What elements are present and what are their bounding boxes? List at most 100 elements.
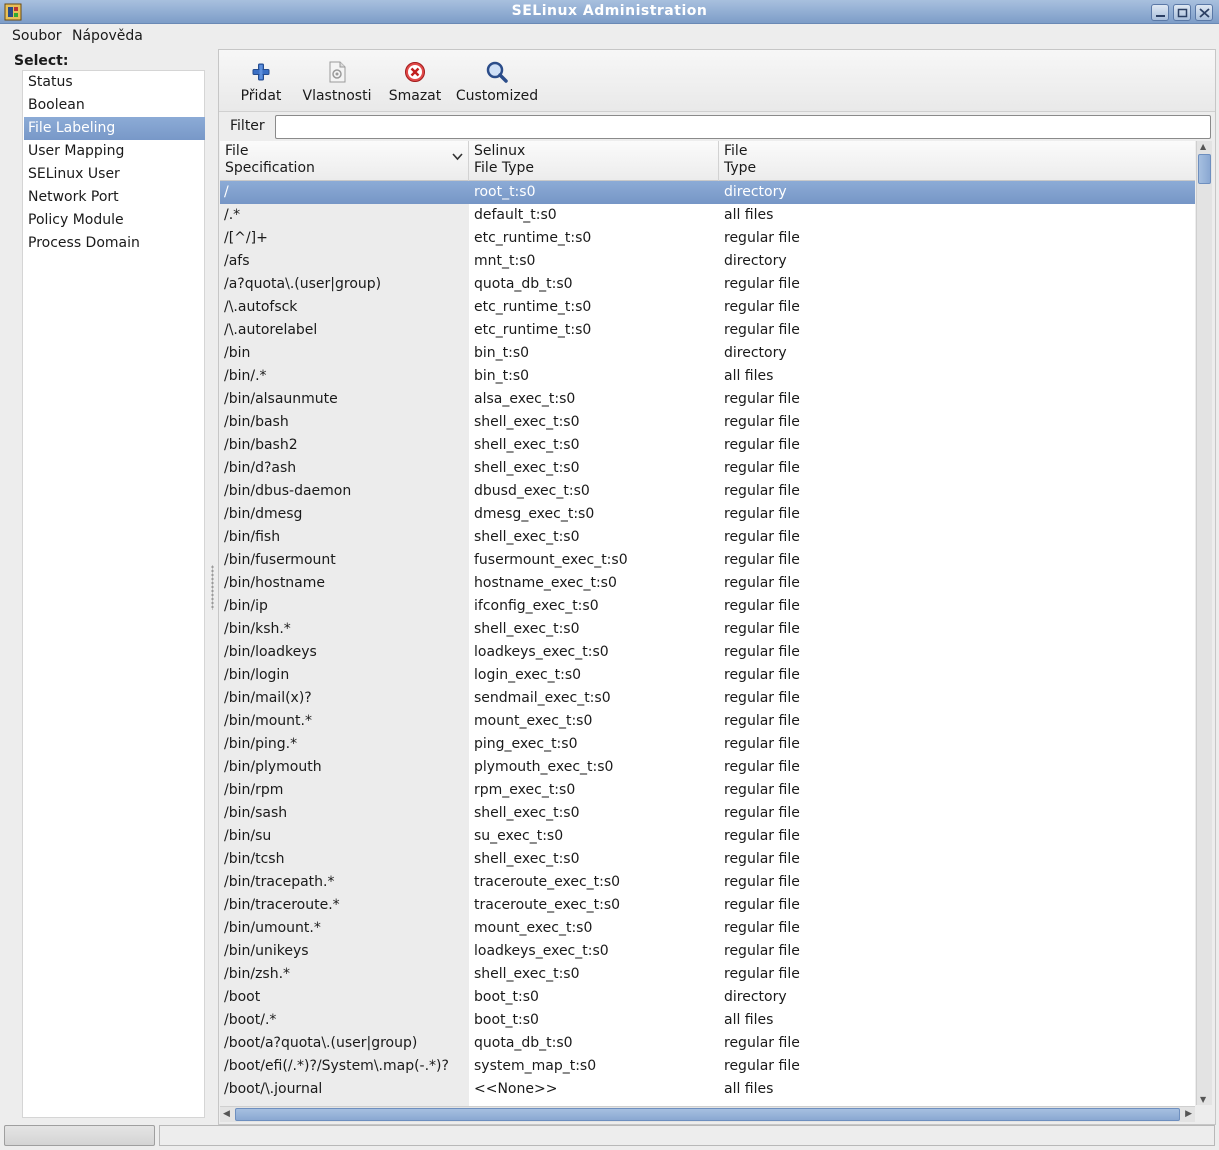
horizontal-scrollbar[interactable]: ◀ ▶ — [220, 1106, 1195, 1122]
column-header-file-specification[interactable]: File Specification — [220, 141, 469, 181]
pane-resize-handle[interactable] — [211, 565, 214, 610]
table-row[interactable]: /boot boot_t:s0 directory — [220, 986, 1195, 1009]
minimize-icon — [1156, 15, 1165, 17]
cell-selinux-file-type: shell_exec_t:s0 — [474, 621, 580, 637]
sidebar-item-status[interactable]: Status — [24, 71, 205, 94]
table-row[interactable]: /\.autofsck etc_runtime_t:s0 regular file — [220, 296, 1195, 319]
add-button[interactable]: Přidat — [233, 50, 289, 112]
sidebar-item-selinux-user[interactable]: SELinux User — [24, 163, 205, 186]
scroll-up-icon[interactable]: ▲ — [1200, 142, 1206, 151]
customized-button[interactable]: Customized — [455, 50, 539, 112]
table-row[interactable]: /afs mnt_t:s0 directory — [220, 250, 1195, 273]
cell-selinux-file-type: alsa_exec_t:s0 — [474, 391, 576, 407]
cell-selinux-file-type: boot_t:s0 — [474, 1012, 539, 1028]
sidebar-item-file-labeling[interactable]: File Labeling — [24, 117, 205, 140]
table-row[interactable]: /boot/\.journal <<None>> all files — [220, 1078, 1195, 1101]
cell-file-specification: /bin/ksh.* — [224, 621, 291, 637]
cell-selinux-file-type: shell_exec_t:s0 — [474, 414, 580, 430]
table-row[interactable]: /bin/su su_exec_t:s0 regular file — [220, 825, 1195, 848]
close-window-button[interactable] — [1195, 4, 1213, 21]
sidebar-item-network-port[interactable]: Network Port — [24, 186, 205, 209]
table-row[interactable]: /bin/alsaunmute alsa_exec_t:s0 regular fil… — [220, 388, 1195, 411]
table-row[interactable]: /bin/tracepath.* traceroute_exec_t:s0 regu… — [220, 871, 1195, 894]
table-row[interactable]: /bin/umount.* mount_exec_t:s0 regular file — [220, 917, 1195, 940]
cell-file-specification: /boot/\.journal — [224, 1081, 323, 1097]
horizontal-scroll-thumb[interactable] — [235, 1108, 1180, 1121]
cell-file-type: regular file — [724, 851, 800, 867]
table-row[interactable]: /bin/fusermount fusermount_exec_t:s0 regul… — [220, 549, 1195, 572]
filter-input[interactable] — [275, 115, 1211, 139]
vertical-scrollbar[interactable]: ▲ ▼ — [1196, 141, 1212, 1105]
table-row[interactable]: /bin/d?ash shell_exec_t:s0 regular file — [220, 457, 1195, 480]
sidebar-item-policy-module[interactable]: Policy Module — [24, 209, 205, 232]
cell-file-specification: /bin/fusermount — [224, 552, 336, 568]
table-row[interactable]: /boot/a?quota\.(user|group) quota_db_t:s0… — [220, 1032, 1195, 1055]
table-row[interactable]: /bin/ip ifconfig_exec_t:s0 regular file — [220, 595, 1195, 618]
table-row[interactable]: /bin/dmesg dmesg_exec_t:s0 regular file — [220, 503, 1195, 526]
select-heading: Select: — [14, 53, 69, 69]
sidebar-item-process-domain[interactable]: Process Domain — [24, 232, 205, 255]
table-row[interactable]: /bin/login login_exec_t:s0 regular file — [220, 664, 1195, 687]
table-row[interactable]: /bin/loadkeys loadkeys_exec_t:s0 regular f… — [220, 641, 1195, 664]
table-row[interactable]: /bin/traceroute.* traceroute_exec_t:s0 reg… — [220, 894, 1195, 917]
table-row[interactable]: /\.autorelabel etc_runtime_t:s0 regular fi… — [220, 319, 1195, 342]
table-row[interactable]: /bin/rpm rpm_exec_t:s0 regular file — [220, 779, 1195, 802]
sidebar-item-boolean[interactable]: Boolean — [24, 94, 205, 117]
table-row[interactable]: /bin/plymouth plymouth_exec_t:s0 regular f… — [220, 756, 1195, 779]
menu-file[interactable]: Soubor — [12, 28, 62, 44]
scroll-right-icon[interactable]: ▶ — [1185, 1109, 1192, 1119]
table-row[interactable]: /bin/bash2 shell_exec_t:s0 regular file — [220, 434, 1195, 457]
maximize-icon — [1177, 8, 1188, 18]
table-row[interactable]: /bin/unikeys loadkeys_exec_t:s0 regular fi… — [220, 940, 1195, 963]
cell-file-type: regular file — [724, 690, 800, 706]
table-row[interactable]: / root_t:s0 directory — [220, 181, 1195, 204]
scroll-down-icon[interactable]: ▼ — [1200, 1095, 1206, 1104]
table-row[interactable]: /bin/fish shell_exec_t:s0 regular file — [220, 526, 1195, 549]
delete-button[interactable]: Smazat — [385, 50, 445, 112]
cell-file-specification: /\.autofsck — [224, 299, 298, 315]
cell-file-type: regular file — [724, 391, 800, 407]
cell-file-type: regular file — [724, 805, 800, 821]
table-row[interactable]: /[^/]+ etc_runtime_t:s0 regular file — [220, 227, 1195, 250]
minimize-button[interactable] — [1151, 4, 1169, 21]
table-row[interactable]: /bin/mount.* mount_exec_t:s0 regular file — [220, 710, 1195, 733]
table-row[interactable]: /bin/ping.* ping_exec_t:s0 regular file — [220, 733, 1195, 756]
sidebar-item-user-mapping[interactable]: User Mapping — [24, 140, 205, 163]
progress-bar — [4, 1125, 155, 1146]
properties-button[interactable]: Vlastnosti — [299, 50, 375, 112]
table-row[interactable]: /bin/zsh.* shell_exec_t:s0 regular file — [220, 963, 1195, 986]
table-row[interactable]: /a?quota\.(user|group) quota_db_t:s0 regul… — [220, 273, 1195, 296]
cell-selinux-file-type: shell_exec_t:s0 — [474, 966, 580, 982]
menu-help[interactable]: Nápověda — [72, 28, 143, 44]
table-row[interactable]: /bin/.* bin_t:s0 all files — [220, 365, 1195, 388]
table-row[interactable]: /bin/ksh.* shell_exec_t:s0 regular file — [220, 618, 1195, 641]
cell-file-specification: /bin/dbus-daemon — [224, 483, 352, 499]
column-header-line2: File Type — [474, 160, 535, 176]
table-row[interactable]: /bin/tcsh shell_exec_t:s0 regular file — [220, 848, 1195, 871]
table-row[interactable]: /bin/mail(x)? sendmail_exec_t:s0 regular f… — [220, 687, 1195, 710]
table-row[interactable]: /bin/dbus-daemon dbusd_exec_t:s0 regular f… — [220, 480, 1195, 503]
vertical-scroll-thumb[interactable] — [1198, 154, 1211, 184]
scroll-left-icon[interactable]: ◀ — [223, 1109, 230, 1119]
cell-selinux-file-type: shell_exec_t:s0 — [474, 805, 580, 821]
table-row[interactable]: /bin/bash shell_exec_t:s0 regular file — [220, 411, 1195, 434]
table-row[interactable]: /bin bin_t:s0 directory — [220, 342, 1195, 365]
table-row[interactable]: /boot/.* boot_t:s0 all files — [220, 1009, 1195, 1032]
cell-file-type: regular file — [724, 483, 800, 499]
cell-file-type: all files — [724, 368, 774, 384]
table-row[interactable]: /boot/efi(/.*)?/System\.map(-.*)? system_… — [220, 1055, 1195, 1078]
cell-file-specification: /boot/efi(/.*)?/System\.map(-.*)? — [224, 1058, 449, 1074]
table-row[interactable]: /bin/hostname hostname_exec_t:s0 regular f… — [220, 572, 1195, 595]
cell-selinux-file-type: bin_t:s0 — [474, 368, 530, 384]
sidebar: Status Boolean File Labeling User Mappin… — [22, 70, 205, 1118]
cell-selinux-file-type: traceroute_exec_t:s0 — [474, 874, 621, 890]
table-row[interactable]: /bin/sash shell_exec_t:s0 regular file — [220, 802, 1195, 825]
cell-file-type: regular file — [724, 782, 800, 798]
cell-file-type: all files — [724, 1012, 774, 1028]
table-row[interactable]: /.* default_t:s0 all files — [220, 204, 1195, 227]
column-header-selinux-file-type[interactable]: Selinux File Type — [469, 141, 719, 181]
cell-file-type: directory — [724, 989, 787, 1005]
cell-selinux-file-type: shell_exec_t:s0 — [474, 437, 580, 453]
maximize-button[interactable] — [1173, 4, 1191, 21]
column-header-file-type[interactable]: File Type — [719, 141, 1195, 181]
